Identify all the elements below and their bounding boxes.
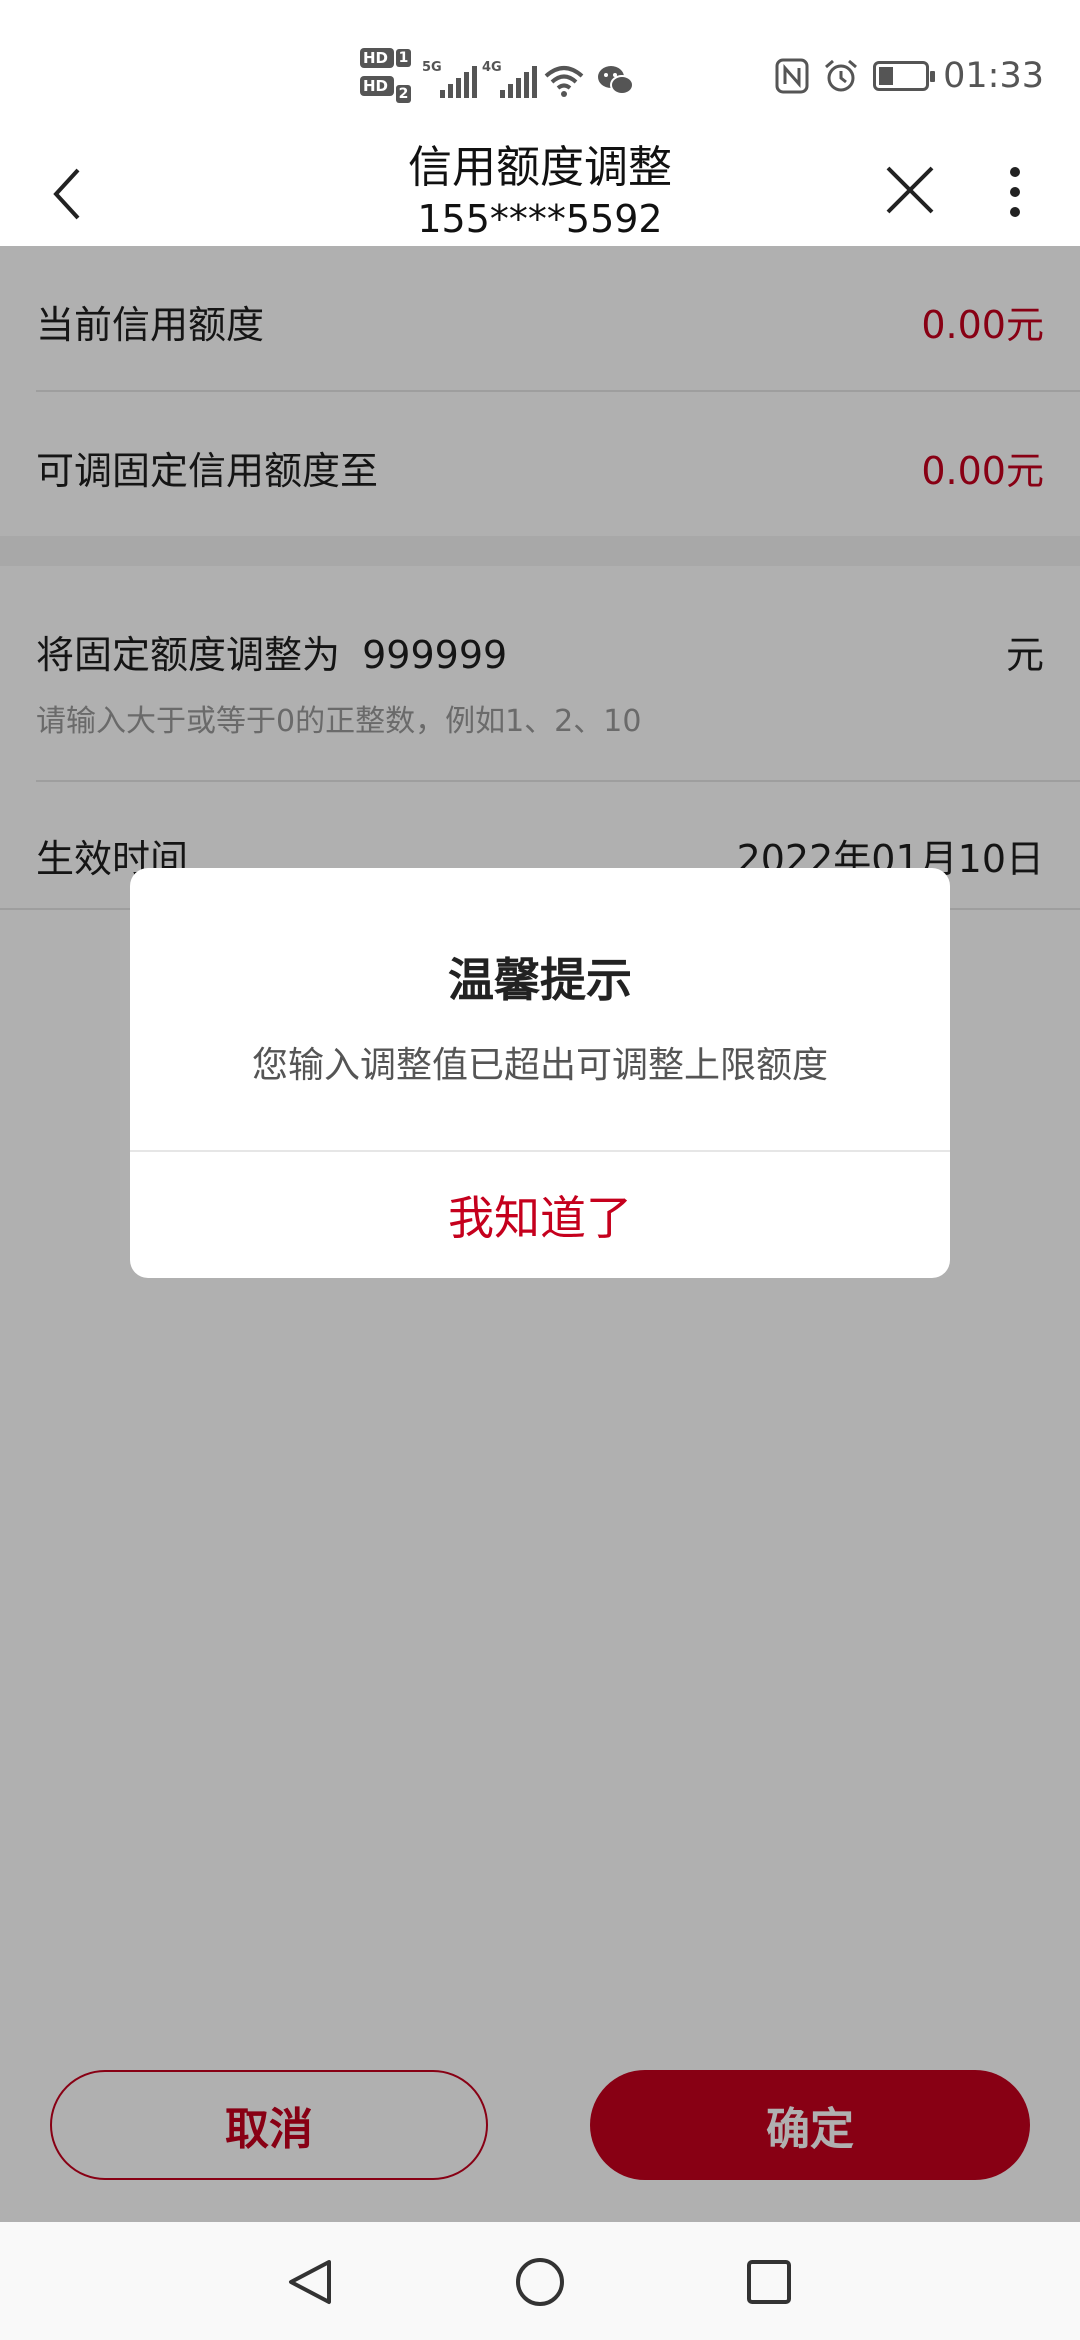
hd-1-icon: HD (360, 48, 394, 68)
hd-voice-indicators: HD 1 HD 2 (360, 48, 411, 114)
signal-4g-icon: 4G (482, 60, 537, 98)
nav-home-icon[interactable] (514, 2256, 566, 2308)
sim-2-badge: 2 (396, 85, 411, 103)
nfc-icon (775, 58, 809, 94)
hd-2-icon: HD (360, 76, 394, 96)
battery-icon (873, 61, 936, 91)
alarm-icon (825, 59, 858, 92)
dialog-title: 温馨提示 (448, 953, 632, 1007)
nav-back-icon[interactable] (285, 2256, 335, 2308)
close-icon[interactable] (880, 160, 940, 220)
wechat-icon (598, 66, 634, 95)
dialog-ok-button[interactable]: 我知道了 (130, 1152, 950, 1278)
alert-dialog: 温馨提示 您输入调整值已超出可调整上限额度 我知道了 (130, 868, 950, 1278)
status-bar: HD 1 HD 2 5G 4G 01:33 (0, 0, 1080, 140)
more-options-icon[interactable] (1000, 160, 1030, 224)
system-nav-bar (0, 2222, 1080, 2340)
clock: 01:33 (943, 56, 1044, 96)
signal-5g-icon: 5G (422, 60, 477, 98)
wifi-icon (544, 66, 584, 97)
nav-recents-icon[interactable] (745, 2258, 793, 2306)
sim-1-badge: 1 (396, 49, 411, 67)
dialog-message: 您输入调整值已超出可调整上限额度 (251, 1045, 828, 1086)
app-header: 信用额度调整 155****5592 (0, 140, 1080, 246)
